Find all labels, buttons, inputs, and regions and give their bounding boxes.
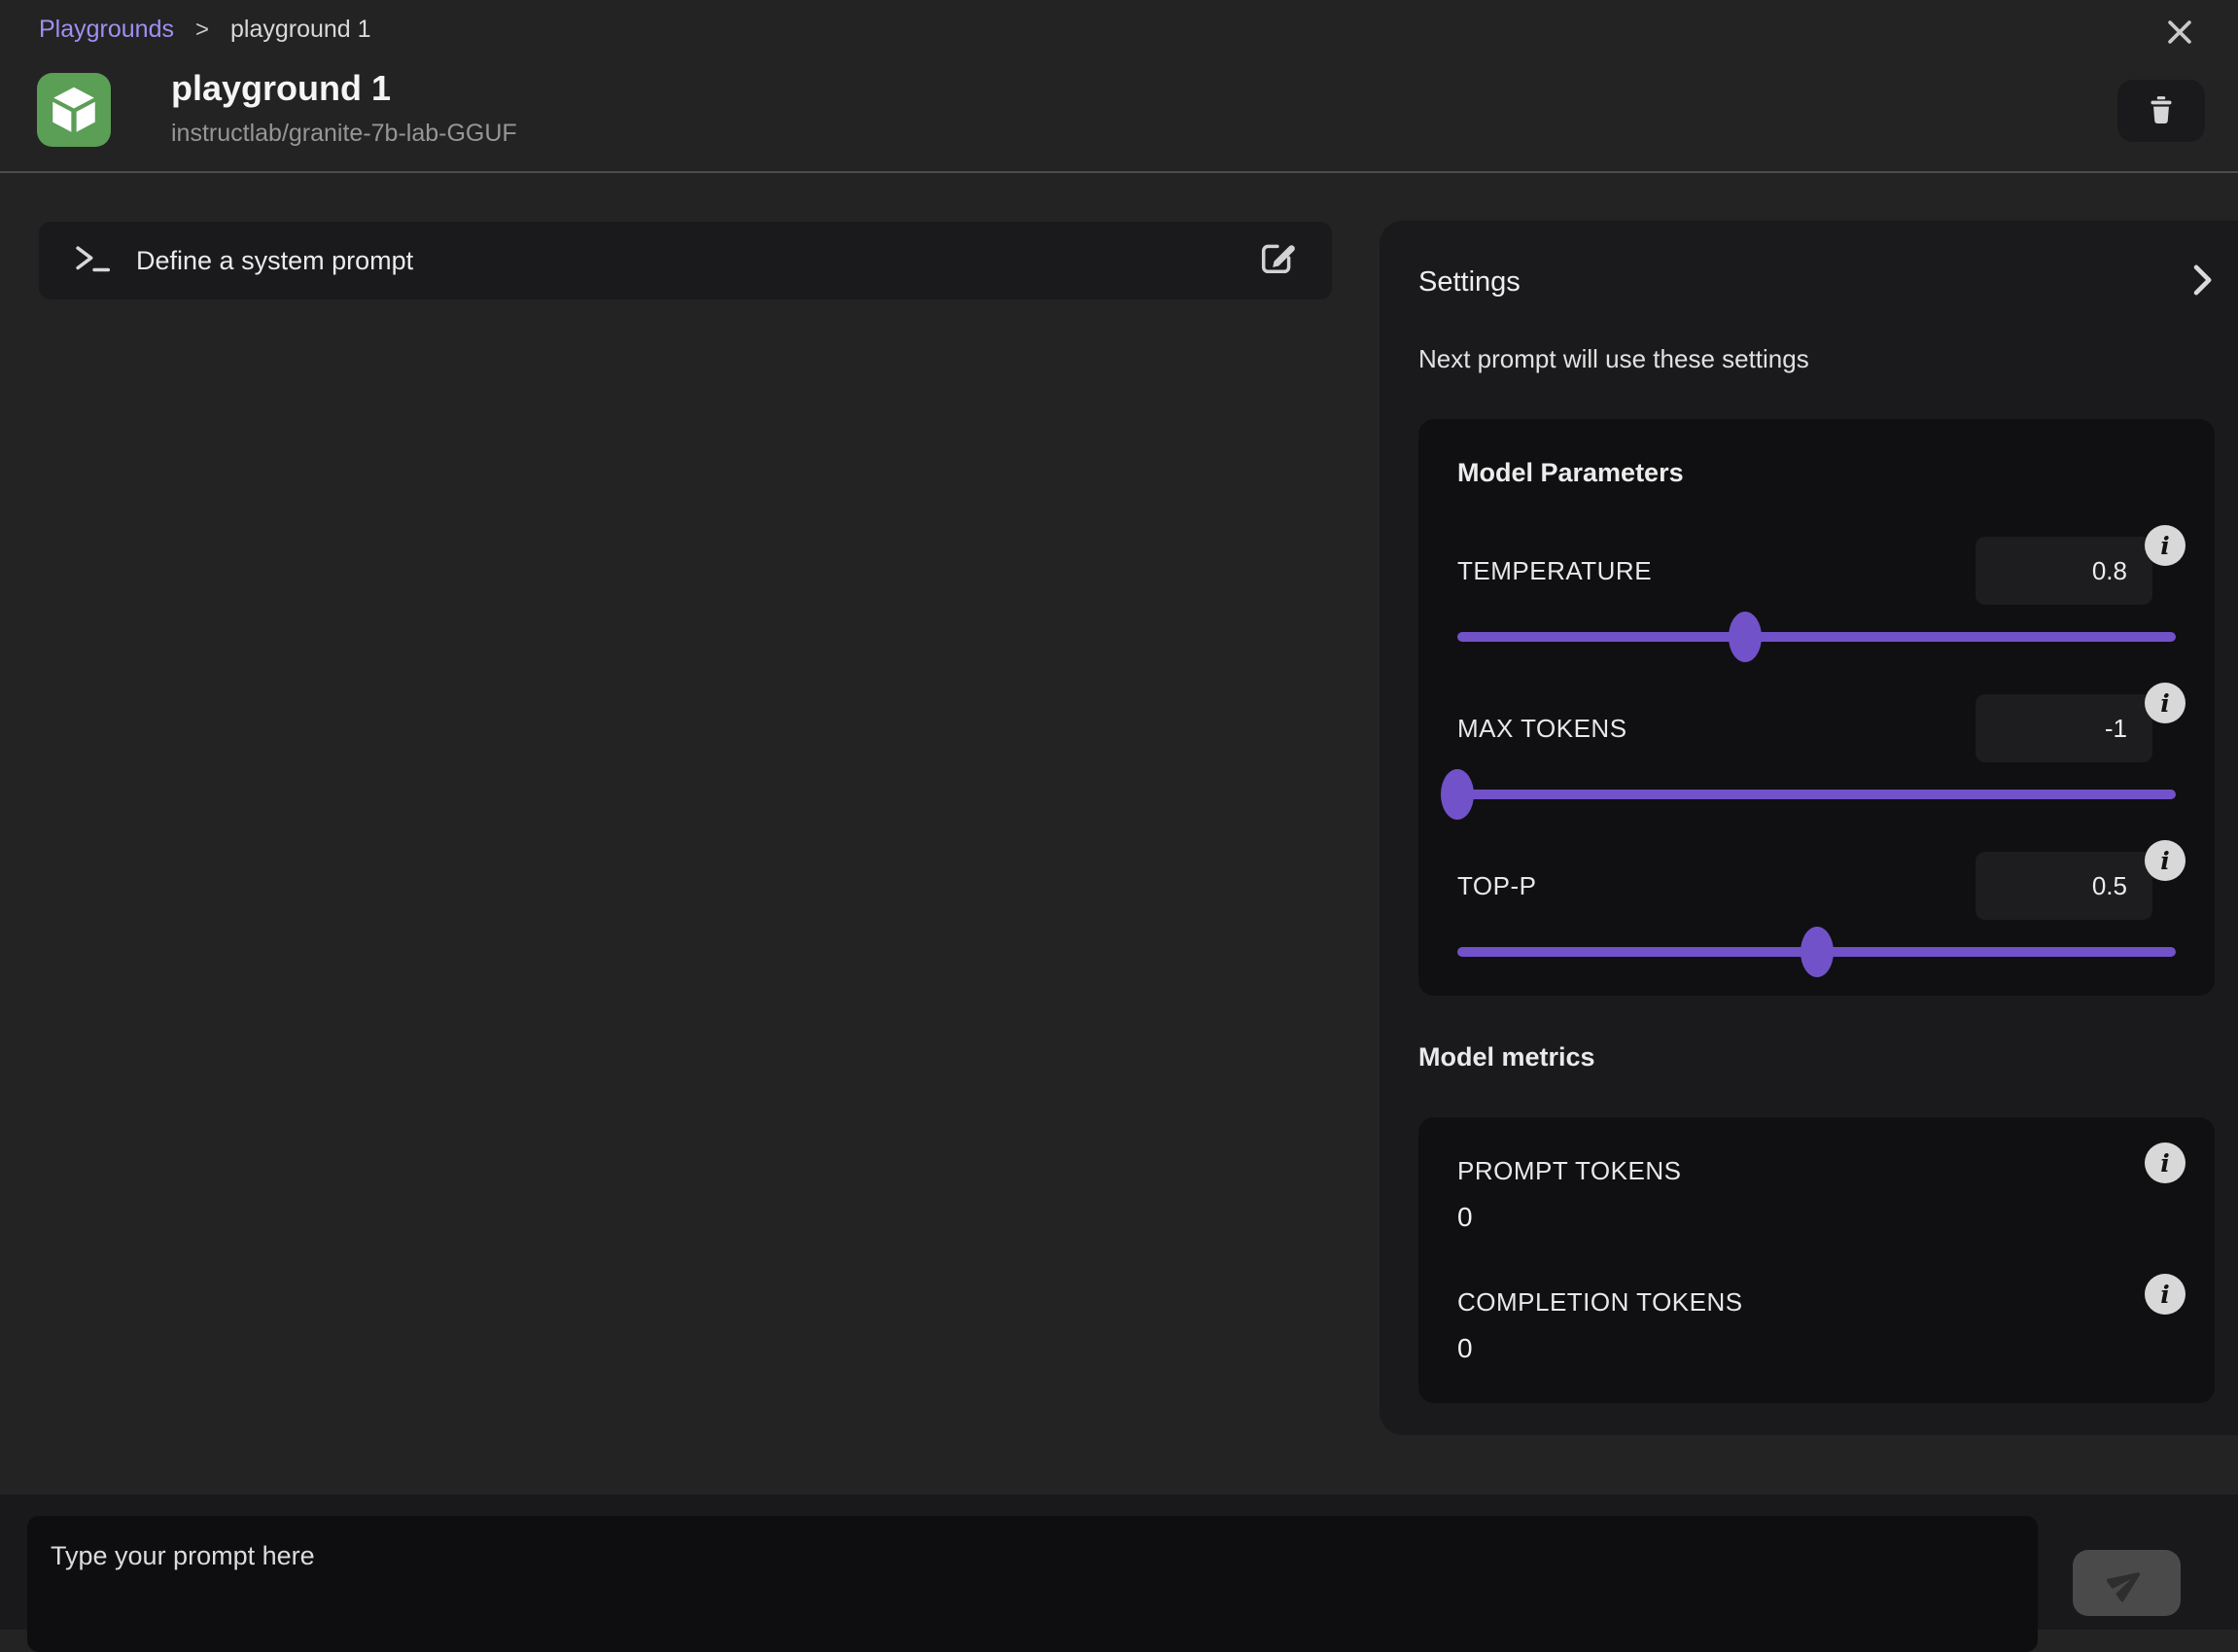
prompt-tokens-value: 0 (1457, 1202, 2176, 1233)
breadcrumb-current: playground 1 (230, 16, 371, 44)
max-tokens-slider[interactable] (1457, 790, 2176, 799)
metric-completion-tokens: COMPLETION TOKENS 0 i (1457, 1287, 2176, 1364)
temperature-slider-thumb[interactable] (1729, 612, 1762, 662)
top-p-label: TOP-P (1457, 871, 1536, 901)
max-tokens-info-icon[interactable]: i (2145, 683, 2186, 723)
max-tokens-label: MAX TOKENS (1457, 714, 1627, 744)
max-tokens-value-input[interactable] (1976, 694, 2152, 762)
temperature-info-icon[interactable]: i (2145, 525, 2186, 566)
completion-tokens-value: 0 (1457, 1333, 2176, 1364)
breadcrumb-separator: > (195, 17, 209, 44)
prompt-bar (0, 1494, 2238, 1630)
system-prompt-bar[interactable]: Define a system prompt (39, 222, 1332, 299)
settings-title: Settings (1418, 266, 1521, 299)
chevron-right-icon[interactable] (2191, 264, 2215, 301)
model-parameters-title: Model Parameters (1457, 458, 2176, 488)
model-metrics-card: PROMPT TOKENS 0 i COMPLETION TOKENS 0 i (1418, 1117, 2215, 1403)
playground-page: { "breadcrumb": { "root": "Playgrounds",… (0, 0, 2238, 1630)
system-prompt-label: Define a system prompt (136, 246, 1256, 276)
delete-playground-button[interactable] (2117, 80, 2205, 142)
send-button[interactable] (2073, 1550, 2181, 1616)
close-button[interactable] (2158, 12, 2201, 54)
paper-plane-icon (2108, 1563, 2147, 1604)
temperature-label: TEMPERATURE (1457, 556, 1652, 586)
metric-prompt-tokens: PROMPT TOKENS 0 i (1457, 1156, 2176, 1233)
edit-pencil-square-icon[interactable] (1256, 238, 1297, 284)
close-icon (2163, 16, 2196, 52)
param-max-tokens: MAX TOKENS i (1457, 694, 2176, 799)
temperature-value-input[interactable] (1976, 537, 2152, 605)
param-top-p: TOP-P i (1457, 852, 2176, 957)
breadcrumb: Playgrounds > playground 1 (39, 16, 371, 44)
temperature-slider[interactable] (1457, 632, 2176, 642)
prompt-tokens-info-icon[interactable]: i (2145, 1142, 2186, 1183)
terminal-icon (74, 243, 111, 279)
page-title: playground 1 (171, 68, 391, 109)
prompt-input[interactable] (27, 1516, 2038, 1652)
header-divider (0, 171, 2238, 173)
model-parameters-card: Model Parameters TEMPERATURE i MAX TOKEN… (1418, 419, 2215, 996)
completion-tokens-label: COMPLETION TOKENS (1457, 1287, 2176, 1318)
model-metrics-title: Model metrics (1418, 1042, 2215, 1072)
model-name: instructlab/granite-7b-lab-GGUF (171, 120, 517, 148)
top-p-info-icon[interactable]: i (2145, 840, 2186, 881)
top-p-slider-thumb[interactable] (1801, 927, 1834, 977)
top-p-value-input[interactable] (1976, 852, 2152, 920)
playground-cube-icon (37, 73, 111, 147)
settings-panel: Settings Next prompt will use these sett… (1380, 221, 2238, 1435)
top-p-slider[interactable] (1457, 947, 2176, 957)
trash-icon (2145, 93, 2178, 129)
prompt-tokens-label: PROMPT TOKENS (1457, 1156, 2176, 1186)
settings-header: Settings (1418, 264, 2215, 301)
param-temperature: TEMPERATURE i (1457, 537, 2176, 642)
settings-note: Next prompt will use these settings (1418, 344, 2215, 374)
completion-tokens-info-icon[interactable]: i (2145, 1274, 2186, 1315)
breadcrumb-playgrounds-link[interactable]: Playgrounds (39, 16, 174, 44)
max-tokens-slider-thumb[interactable] (1441, 769, 1474, 820)
